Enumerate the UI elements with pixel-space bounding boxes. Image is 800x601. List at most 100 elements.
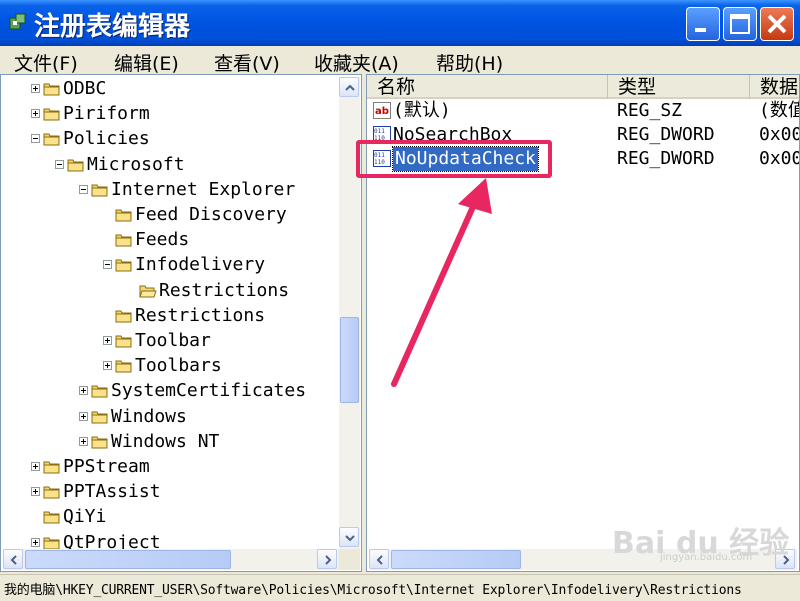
tree-node-label: Restrictions xyxy=(135,304,266,326)
expand-plus-icon[interactable] xyxy=(31,537,40,547)
tree-node[interactable]: Restrictions xyxy=(1,305,337,329)
tree-horizontal-scrollbar[interactable] xyxy=(3,549,339,570)
tree-node[interactable]: Infodelivery xyxy=(1,254,337,278)
tree-hscroll-thumb[interactable] xyxy=(25,550,231,569)
expand-plus-icon[interactable] xyxy=(31,487,40,497)
tree-node-label: Microsoft xyxy=(87,153,185,175)
tree-node[interactable]: Internet Explorer xyxy=(1,179,337,203)
expand-plus-icon[interactable] xyxy=(103,361,112,371)
tree-node-label: Toolbar xyxy=(135,330,211,351)
open-folder-icon xyxy=(139,285,157,298)
folder-icon xyxy=(115,234,132,247)
tree-node-label: SystemCertificates xyxy=(111,380,307,402)
folder-icon xyxy=(115,209,132,222)
folder-icon xyxy=(115,259,132,272)
folder-icon xyxy=(91,184,108,197)
expand-plus-icon[interactable] xyxy=(31,462,40,471)
value-data: 0x00000001 (1) xyxy=(759,124,799,145)
folder-icon xyxy=(43,133,60,146)
tree-node-label: Infodelivery xyxy=(135,254,266,276)
svg-text:011: 011 xyxy=(374,128,385,135)
folder-icon xyxy=(115,360,132,373)
tree-node[interactable]: PPTAssist xyxy=(1,481,337,505)
tree-node[interactable]: Feeds xyxy=(1,229,337,253)
chevron-right-icon xyxy=(325,555,332,565)
folder-icon xyxy=(91,411,108,424)
value-type: REG_DWORD xyxy=(617,148,715,169)
folder-icon xyxy=(115,335,132,348)
tree-node-label: Internet Explorer xyxy=(111,178,296,200)
tree-node[interactable]: QiYi xyxy=(1,506,337,530)
folder-icon xyxy=(91,436,108,449)
tree-node-label: QiYi xyxy=(63,506,107,528)
value-name: (默认) xyxy=(393,100,451,121)
tree-node-label: Toolbars xyxy=(135,355,222,377)
column-header-type[interactable]: 类型 xyxy=(607,75,749,99)
value-type: REG_SZ xyxy=(617,100,683,121)
chevron-left-icon xyxy=(10,555,17,565)
tree-node-label: Windows xyxy=(111,405,187,427)
registry-tree-pane[interactable]: ODBC Piriform Policies Microsoft Internet Ex… xyxy=(0,74,362,572)
tree-node[interactable]: Feed Discovery xyxy=(1,204,337,228)
expand-plus-icon[interactable] xyxy=(31,84,40,93)
list-scroll-left-button[interactable] xyxy=(369,549,389,569)
folder-icon xyxy=(43,461,60,474)
scroll-down-button[interactable] xyxy=(339,527,359,547)
title-bar[interactable]: 注册表编辑器 xyxy=(0,0,800,46)
expand-plus-icon[interactable] xyxy=(31,109,40,119)
tree-node[interactable]: Policies xyxy=(1,128,337,152)
svg-text:ab: ab xyxy=(375,106,389,117)
tree-node-label: Restrictions xyxy=(159,279,290,301)
annotation-arrow-icon xyxy=(391,178,492,387)
menu-view[interactable]: 查看(V) xyxy=(214,49,280,76)
maximize-icon xyxy=(730,14,750,34)
folder-icon xyxy=(43,108,60,121)
minimize-icon xyxy=(695,28,706,32)
expand-plus-icon[interactable] xyxy=(79,436,88,446)
scroll-left-button[interactable] xyxy=(3,549,23,569)
collapse-minus-icon[interactable] xyxy=(55,159,64,169)
tree-scroll-thumb[interactable] xyxy=(340,317,359,403)
folder-icon xyxy=(91,385,108,398)
menu-bar: 文件(F) 编辑(E) 查看(V) 收藏夹(A) 帮助(H) xyxy=(0,46,800,76)
tree-node-label: Windows NT xyxy=(111,430,220,452)
collapse-minus-icon[interactable] xyxy=(79,184,88,194)
maximize-button[interactable] xyxy=(723,7,757,41)
tree-node[interactable]: Windows xyxy=(1,406,337,430)
collapse-minus-icon[interactable] xyxy=(31,134,40,144)
menu-favorites[interactable]: 收藏夹(A) xyxy=(314,49,399,76)
value-data: (数值未设置) xyxy=(759,100,799,121)
tree-node[interactable]: Restrictions xyxy=(1,280,337,304)
chevron-up-icon xyxy=(345,84,355,91)
menu-help[interactable]: 帮助(H) xyxy=(436,49,503,76)
collapse-minus-icon[interactable] xyxy=(103,260,112,270)
scroll-up-button[interactable] xyxy=(339,77,359,97)
menu-edit[interactable]: 编辑(E) xyxy=(114,49,179,76)
column-header-name[interactable]: 名称 xyxy=(367,75,607,99)
tree-node[interactable]: Microsoft xyxy=(1,154,337,178)
tree-node-label: Feed Discovery xyxy=(135,204,287,225)
tree-node[interactable]: Toolbar xyxy=(1,330,337,354)
expand-plus-icon[interactable] xyxy=(103,336,112,345)
menu-file[interactable]: 文件(F) xyxy=(14,49,78,76)
folder-icon xyxy=(43,511,60,524)
list-hscroll-thumb[interactable] xyxy=(391,550,521,569)
list-item[interactable]: ab (默认) REG_SZ (数值未设置) xyxy=(369,99,799,123)
chevron-down-icon xyxy=(345,535,355,542)
scroll-right-button[interactable] xyxy=(317,549,337,569)
column-header-data[interactable]: 数据 xyxy=(749,75,799,99)
tree-node[interactable]: ODBC xyxy=(1,78,337,102)
minimize-button[interactable] xyxy=(686,7,720,41)
tree-node[interactable]: SystemCertificates xyxy=(1,380,337,404)
tree-node[interactable]: PPStream xyxy=(1,456,337,480)
expand-plus-icon[interactable] xyxy=(79,386,88,396)
folder-icon xyxy=(43,486,60,499)
tree-node-label: Piriform xyxy=(63,103,150,125)
tree-node[interactable]: Windows NT xyxy=(1,431,337,455)
string-value-icon: ab xyxy=(373,102,391,119)
expand-plus-icon[interactable] xyxy=(79,411,88,421)
tree-node[interactable]: Piriform xyxy=(1,103,337,127)
tree-node[interactable]: Toolbars xyxy=(1,355,337,379)
close-icon xyxy=(767,14,787,34)
close-button[interactable] xyxy=(760,7,794,41)
